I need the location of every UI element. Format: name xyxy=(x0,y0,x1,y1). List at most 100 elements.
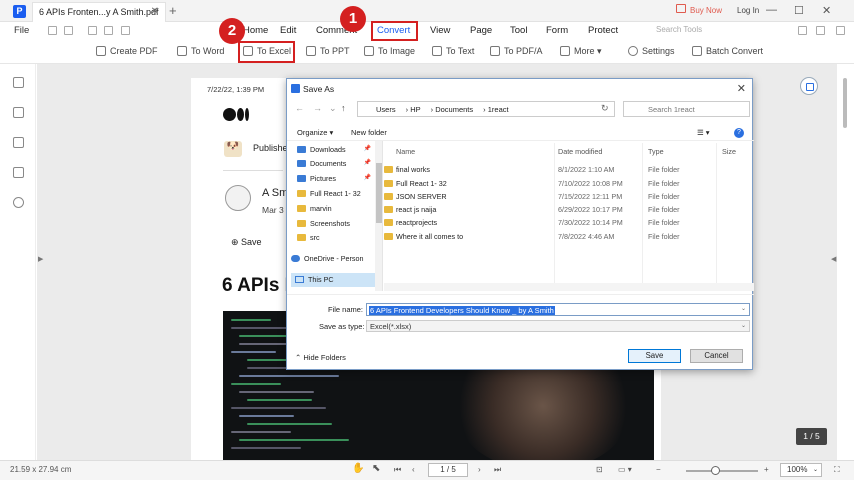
fullscreen-icon[interactable]: ⛶ xyxy=(834,465,840,475)
file-list-hscrollbar[interactable] xyxy=(384,283,754,291)
upload-icon[interactable] xyxy=(816,26,825,35)
menu-home[interactable]: Home xyxy=(243,25,268,36)
menu-edit[interactable]: Edit xyxy=(280,25,296,36)
to-word-button[interactable]: To Word xyxy=(177,46,224,56)
more-button[interactable]: More ▾ xyxy=(560,46,602,57)
zoom-slider[interactable] xyxy=(686,466,758,475)
scroll-thumb[interactable] xyxy=(843,78,847,128)
print-icon[interactable] xyxy=(121,26,130,35)
help-icon[interactable]: ? xyxy=(734,128,744,138)
thumbnails-icon[interactable] xyxy=(13,77,24,88)
zoom-out-icon[interactable]: − xyxy=(656,465,661,474)
first-page-icon[interactable]: ⏮ xyxy=(394,465,401,475)
nav-item-onedrive[interactable]: OneDrive - Person xyxy=(291,254,371,268)
prev-page-icon[interactable]: ‹ xyxy=(412,465,415,474)
file-row[interactable]: JSON SERVER 7/15/2022 12:11 PM File folder xyxy=(384,190,754,203)
last-page-icon[interactable]: ⏭ xyxy=(494,465,501,475)
to-pdfa-button[interactable]: To PDF/A xyxy=(490,46,543,56)
cancel-button[interactable]: Cancel xyxy=(690,349,743,363)
tab-close-icon[interactable]: ✕ xyxy=(151,6,159,17)
bookmark-icon[interactable] xyxy=(13,107,24,118)
menu-form[interactable]: Form xyxy=(546,25,568,36)
recent-icon[interactable]: ⌄ xyxy=(329,103,337,114)
column-date-modified[interactable]: Date modified xyxy=(558,147,602,156)
menu-page[interactable]: Page xyxy=(470,25,492,36)
right-arrow-icon[interactable]: ◀ xyxy=(831,255,836,263)
save-icon[interactable] xyxy=(64,26,73,35)
forward-icon[interactable]: → xyxy=(313,103,322,113)
nav-item-src[interactable]: src xyxy=(297,233,377,247)
zoom-level-select[interactable]: 100% ⌄ xyxy=(780,463,822,477)
document-tab[interactable]: 6 APIs Fronten...y A Smith.pdf ✕ xyxy=(32,2,166,22)
dropdown-arrow-icon[interactable]: ⌄ xyxy=(741,305,746,312)
organize-menu[interactable]: Organize ▾ xyxy=(297,128,333,137)
batch-convert-button[interactable]: Batch Convert xyxy=(692,46,763,56)
settings-button[interactable]: Settings xyxy=(628,46,675,56)
nav-item-downloads[interactable]: Downloads 📌 xyxy=(297,145,377,159)
menu-protect[interactable]: Protect xyxy=(588,25,618,36)
file-row[interactable]: react js naija 6/29/2022 10:17 PM File fol… xyxy=(384,203,754,216)
file-name-input[interactable]: 6 APIs Frontend Developers Should Know _… xyxy=(366,303,750,316)
address-bar[interactable]: Users › HP › Documents › 1react xyxy=(357,101,615,117)
undo-icon[interactable] xyxy=(88,26,97,35)
dropdown-arrow-icon[interactable]: ⌄ xyxy=(741,322,746,329)
fit-page-icon[interactable]: ⊡ xyxy=(596,465,603,474)
cart-icon[interactable] xyxy=(676,4,686,13)
new-tab-button[interactable]: + xyxy=(169,3,177,18)
attachment-icon[interactable] xyxy=(13,167,24,178)
maximize-icon[interactable]: ☐ xyxy=(794,4,804,17)
nav-item-screenshots[interactable]: Screenshots xyxy=(297,219,377,233)
menu-file[interactable]: File xyxy=(14,25,29,36)
nav-item-marvin[interactable]: marvin xyxy=(297,204,377,218)
view-mode-icon[interactable]: ▭ ▾ xyxy=(618,465,632,474)
file-row[interactable]: Where it all comes to 7/8/2022 4:46 AM Fil… xyxy=(384,230,754,243)
new-icon[interactable] xyxy=(48,26,57,35)
nav-item-full-react[interactable]: Full React 1- 32 xyxy=(297,189,377,203)
save-type-select[interactable]: Excel(*.xlsx) ⌄ xyxy=(366,320,750,332)
to-text-button[interactable]: To Text xyxy=(432,46,474,56)
select-tool-icon[interactable]: ⬉ xyxy=(372,463,380,474)
nav-item-this-pc[interactable]: This PC xyxy=(291,273,375,287)
search-tools-input[interactable]: Search Tools xyxy=(656,25,702,34)
main-scrollbar[interactable] xyxy=(837,64,854,460)
back-icon[interactable]: ← xyxy=(295,103,304,113)
zoom-in-icon[interactable]: + xyxy=(764,465,769,474)
to-image-button[interactable]: To Image xyxy=(364,46,415,56)
zoom-slider-knob[interactable] xyxy=(710,466,720,475)
column-name[interactable]: Name xyxy=(396,147,415,156)
dialog-close-icon[interactable]: ✕ xyxy=(737,82,746,95)
minimize-icon[interactable]: — xyxy=(766,4,777,16)
to-ppt-button[interactable]: To PPT xyxy=(306,46,350,56)
path-segment[interactable]: 1react xyxy=(488,105,509,114)
file-row[interactable]: Full React 1- 32 7/10/2022 10:08 PM File f… xyxy=(384,177,754,190)
nav-item-documents[interactable]: Documents 📌 xyxy=(297,159,377,173)
hand-tool-icon[interactable]: ✋ xyxy=(352,463,364,474)
buy-now-link[interactable]: Buy Now xyxy=(690,6,722,15)
new-folder-button[interactable]: New folder xyxy=(351,128,387,137)
file-row[interactable]: reactprojects 7/30/2022 10:14 PM File fold… xyxy=(384,216,754,229)
nav-item-pictures[interactable]: Pictures 📌 xyxy=(297,174,377,188)
nav-scroll-thumb[interactable] xyxy=(376,163,382,223)
log-in-link[interactable]: Log In xyxy=(737,6,759,15)
collapse-icon[interactable] xyxy=(836,26,845,35)
redo-icon[interactable] xyxy=(104,26,113,35)
search-icon[interactable] xyxy=(13,197,24,208)
column-type[interactable]: Type xyxy=(648,147,664,156)
page-number-input[interactable]: 1 / 5 xyxy=(428,463,468,477)
nav-scrollbar[interactable] xyxy=(375,141,382,291)
next-page-icon[interactable]: › xyxy=(478,465,481,474)
path-segment[interactable]: Users xyxy=(376,105,396,114)
view-options-icon[interactable]: ☰ ▾ xyxy=(697,128,710,137)
save-button[interactable]: Save xyxy=(628,349,681,363)
share-icon[interactable] xyxy=(798,26,807,35)
menu-view[interactable]: View xyxy=(430,25,450,36)
path-segment[interactable]: HP xyxy=(410,105,420,114)
file-row[interactable]: final works 8/1/2022 1:10 AM File folder xyxy=(384,163,754,176)
up-icon[interactable]: ↑ xyxy=(341,103,346,113)
ai-assistant-icon[interactable] xyxy=(800,77,818,95)
column-size[interactable]: Size xyxy=(722,147,736,156)
left-arrow-icon[interactable]: ▶ xyxy=(38,255,43,263)
path-segment[interactable]: Documents xyxy=(435,105,473,114)
menu-tool[interactable]: Tool xyxy=(510,25,527,36)
refresh-icon[interactable]: ↻ xyxy=(601,103,609,114)
